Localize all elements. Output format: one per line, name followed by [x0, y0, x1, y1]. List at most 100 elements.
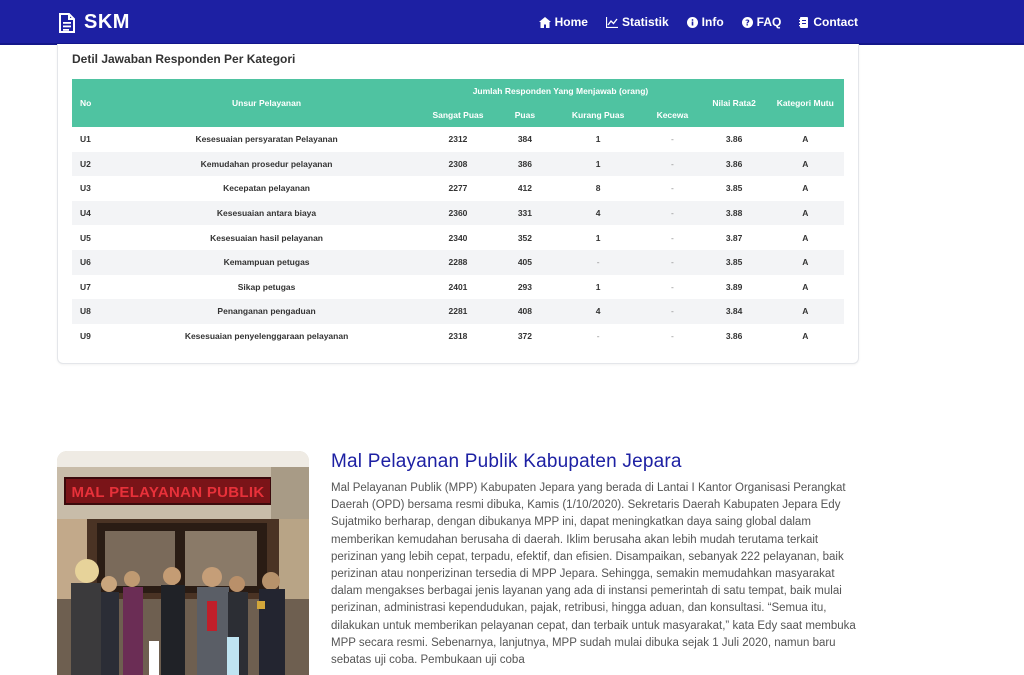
cell-no: U5 — [80, 232, 91, 243]
nav-contact-label: Contact — [813, 15, 858, 29]
nav-home[interactable]: Home — [538, 15, 588, 29]
mpp-photo: MAL PELAYANAN PUBLIK — [57, 451, 309, 675]
cell-nilai: 3.86 — [725, 331, 743, 342]
cell-kecewa: - — [670, 331, 674, 342]
table-row: U6 Kemampuan petugas 2288 405 - - 3.85 A — [72, 249, 844, 275]
cell-puas: 386 — [496, 151, 554, 177]
cell-kecewa: - — [643, 200, 702, 226]
cell-unsur: Kesesuaian penyelenggaraan pelayanan — [184, 331, 349, 342]
cell-unsur: Kesesuaian antara biaya — [113, 200, 420, 226]
nav-faq[interactable]: ? FAQ — [741, 15, 782, 29]
cell-puas: 293 — [517, 281, 532, 292]
cell-sangat-puas: 2360 — [419, 200, 497, 226]
chart-icon — [605, 16, 618, 28]
table-row: U2 Kemudahan prosedur pelayanan 2308 386… — [72, 151, 844, 177]
question-icon: ? — [741, 16, 753, 28]
nav-faq-label: FAQ — [756, 15, 782, 29]
cell-kategori: A — [802, 183, 809, 194]
cell-kurang-puas: - — [553, 249, 644, 275]
cell-no: U8 — [72, 299, 114, 324]
cell-nilai: 3.89 — [725, 281, 743, 292]
cell-kecewa: - — [670, 134, 674, 145]
cell-sangat-puas: 2401 — [448, 281, 468, 292]
cell-sangat-puas: 2288 — [419, 249, 497, 275]
table-row: U8 Penanganan pengaduan 2281 408 4 - 3.8… — [72, 299, 844, 324]
cell-sangat-puas: 2281 — [419, 299, 497, 324]
home-icon — [538, 16, 551, 28]
cell-no: U6 — [72, 249, 114, 275]
contact-icon — [799, 16, 809, 28]
article-title: Mal Pelayanan Publik Kabupaten Jepara — [331, 451, 682, 472]
cell-kecewa: - — [643, 299, 702, 324]
cell-puas: 352 — [517, 232, 532, 243]
cell-kecewa: - — [643, 151, 702, 177]
cell-kurang-puas: 1 — [595, 281, 601, 292]
cell-puas: 372 — [517, 331, 532, 342]
cell-nilai: 3.88 — [701, 200, 767, 226]
col-puas: Puas — [496, 103, 554, 127]
cell-unsur: Sikap petugas — [237, 281, 296, 292]
cell-no: U4 — [72, 200, 114, 226]
cell-puas: 384 — [517, 134, 532, 145]
article-body: Mal Pelayanan Publik (MPP) Kabupaten Jep… — [331, 482, 856, 667]
nav-statistik[interactable]: Statistik — [605, 15, 669, 29]
cell-kategori: A — [766, 151, 844, 177]
cell-sangat-puas: 2308 — [419, 151, 497, 177]
cell-unsur: Kecepatan pelayanan — [223, 183, 311, 194]
brand-name: SKM — [84, 11, 130, 33]
brand[interactable]: SKM — [58, 11, 130, 34]
cell-no: U3 — [80, 183, 91, 194]
col-kurang-puas: Kurang Puas — [553, 103, 644, 127]
cell-no: U1 — [80, 134, 91, 145]
col-group: Jumlah Responden Yang Menjawab (orang) — [419, 79, 702, 103]
cell-unsur: Kemampuan petugas — [113, 249, 420, 275]
cell-kategori: A — [766, 299, 844, 324]
cell-puas: 412 — [517, 183, 532, 194]
cell-kecewa: - — [670, 232, 674, 243]
cell-nilai: 3.86 — [725, 134, 743, 145]
col-nilai: Nilai Rata2 — [701, 79, 767, 127]
cell-nilai: 3.87 — [725, 232, 743, 243]
cell-kurang-puas: 8 — [595, 183, 601, 194]
document-icon — [58, 12, 76, 33]
col-no: No — [72, 79, 114, 127]
detail-card: Detil Jawaban Responden Per Kategori No … — [57, 44, 859, 364]
cell-kecewa: - — [643, 249, 702, 275]
cell-kecewa: - — [670, 281, 674, 292]
photo-sign-text: MAL PELAYANAN PUBLIK — [72, 484, 265, 501]
cell-unsur: Kesesuaian hasil pelayanan — [210, 232, 323, 243]
nav-home-label: Home — [554, 15, 588, 29]
table-row: U7 Sikap petugas 2401 293 1 - 3.89 A — [72, 275, 844, 300]
cell-sangat-puas: 2277 — [448, 183, 468, 194]
cell-kategori: A — [802, 281, 809, 292]
cell-sangat-puas: 2340 — [448, 232, 468, 243]
cell-kategori: A — [766, 249, 844, 275]
card-title: Detil Jawaban Responden Per Kategori — [72, 52, 296, 66]
table-row: U1 Kesesuaian persyaratan Pelayanan 2312… — [72, 127, 844, 152]
cell-sangat-puas: 2312 — [448, 134, 468, 145]
cell-puas: 331 — [496, 200, 554, 226]
cell-kategori: A — [802, 232, 809, 243]
cell-kurang-puas: - — [596, 331, 600, 342]
responses-table: No Unsur Pelayanan Jumlah Responden Yang… — [72, 79, 844, 348]
nav-info[interactable]: Info — [686, 15, 724, 29]
table-row: U5 Kesesuaian hasil pelayanan 2340 352 1… — [72, 225, 844, 250]
cell-kurang-puas: 4 — [553, 200, 644, 226]
cell-no: U2 — [72, 151, 114, 177]
col-kecewa: Kecewa — [643, 103, 702, 127]
cell-kategori: A — [766, 200, 844, 226]
cell-kurang-puas: 1 — [595, 134, 601, 145]
cell-unsur: Penanganan pengaduan — [113, 299, 420, 324]
cell-puas: 408 — [496, 299, 554, 324]
cell-nilai: 3.84 — [701, 299, 767, 324]
cell-kecewa: - — [670, 183, 674, 194]
cell-nilai: 3.85 — [725, 183, 743, 194]
table-row: U3 Kecepatan pelayanan 2277 412 8 - 3.85… — [72, 176, 844, 201]
cell-no: U9 — [80, 331, 91, 342]
main-nav: Home Statistik Info ? FAQ Contact — [538, 15, 858, 29]
nav-contact[interactable]: Contact — [799, 15, 858, 29]
navbar: SKM Home Statistik Info ? FAQ Contact — [0, 0, 1024, 45]
cell-kategori: A — [802, 331, 809, 342]
cell-kurang-puas: 1 — [595, 232, 601, 243]
cell-sangat-puas: 2318 — [448, 331, 468, 342]
